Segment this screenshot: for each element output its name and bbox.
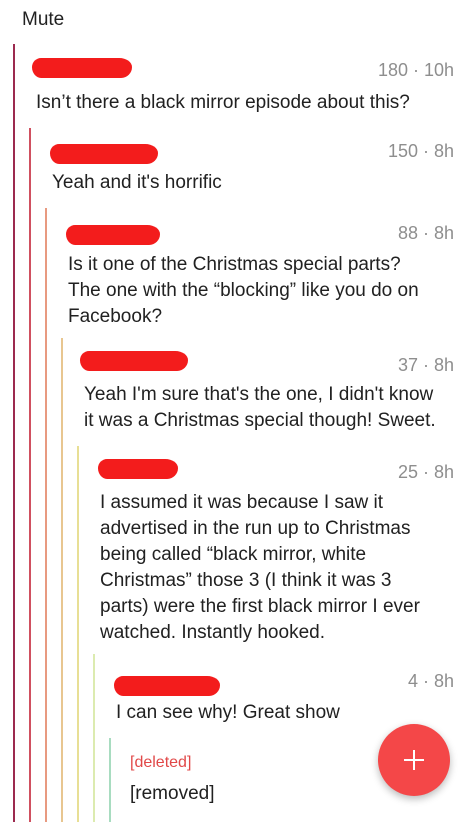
- add-comment-button[interactable]: [378, 724, 450, 796]
- removed-comment-body: [removed]: [130, 783, 215, 804]
- comment-score-age: 25 · 8h: [397, 462, 454, 482]
- mute-button[interactable]: Mute: [22, 9, 64, 31]
- comment-body: Is it one of the Christmas special parts…: [68, 254, 419, 327]
- comment-body: I assumed it was because I saw it advert…: [100, 492, 420, 643]
- redacted-username: [50, 144, 158, 164]
- redacted-username: [98, 459, 178, 479]
- comment-score-age: 180 · 10h: [377, 60, 454, 80]
- comment-body: Yeah and it's horrific: [52, 172, 222, 193]
- thread-line-depth-7: [109, 738, 111, 822]
- redacted-username: [32, 58, 132, 78]
- comment-score-age: 37 · 8h: [397, 355, 454, 375]
- comment-body: Yeah I'm sure that's the one, I didn't k…: [84, 384, 436, 431]
- comment-4[interactable]: 37 · 8h Yeah I'm sure that's the one, I …: [0, 345, 474, 440]
- deleted-author-label: [deleted]: [130, 754, 192, 771]
- comment-body: I can see why! Great show: [116, 702, 340, 723]
- comment-5[interactable]: 25 · 8h I assumed it was because I saw i…: [0, 452, 474, 648]
- plus-icon: [404, 750, 424, 770]
- comment-1[interactable]: 180 · 10h Isn’t there a black mirror epi…: [0, 50, 474, 122]
- redacted-username: [114, 676, 220, 696]
- comment-body: Isn’t there a black mirror episode about…: [36, 92, 410, 113]
- comment-3[interactable]: 88 · 8h Is it one of the Christmas speci…: [0, 214, 474, 332]
- redacted-username: [66, 225, 160, 245]
- redacted-username: [80, 351, 188, 371]
- comment-score-age: 150 · 8h: [387, 141, 454, 161]
- comment-6[interactable]: 4 · 8h I can see why! Great show: [0, 664, 474, 734]
- comment-score-age: 88 · 8h: [397, 223, 454, 243]
- comment-score-age: 4 · 8h: [407, 671, 454, 691]
- comment-2[interactable]: 150 · 8h Yeah and it's horrific: [0, 132, 474, 202]
